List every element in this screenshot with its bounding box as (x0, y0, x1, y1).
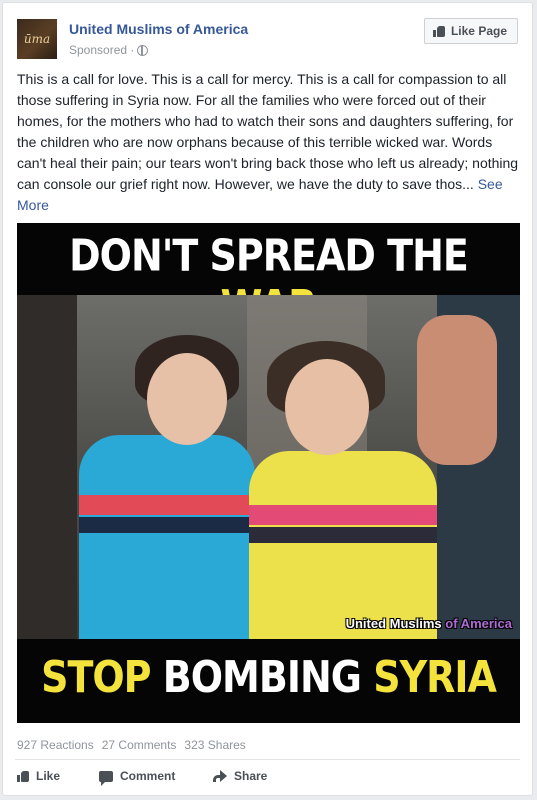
headline-bottom-yellow-2: SYRIA (373, 651, 497, 703)
comment-label: Comment (120, 769, 176, 783)
engagement-stats: 927 Reactions 27 Comments 323 Shares (17, 738, 246, 752)
post-body-text: This is a call for love. This is a call … (17, 69, 522, 216)
reactions-count[interactable]: 927 Reactions (17, 738, 94, 752)
headline-bottom-yellow-1: STOP (41, 651, 151, 703)
photo-background-left (17, 295, 77, 639)
thumbs-up-icon (432, 25, 445, 37)
sponsored-label[interactable]: Sponsored · (69, 43, 134, 57)
child-right-face (285, 359, 369, 455)
like-page-label: Like Page (450, 24, 507, 38)
post-actions: Like Comment Share (17, 769, 267, 786)
page-avatar[interactable]: ūma (17, 19, 57, 59)
comment-icon (99, 770, 113, 786)
shares-count[interactable]: 323 Shares (184, 738, 245, 752)
watermark-main: United Muslims (345, 616, 442, 631)
actions-divider (15, 759, 520, 760)
baby-figure (417, 315, 497, 465)
comment-button[interactable]: Comment (99, 769, 213, 786)
headline-bottom-white: BOMBING (162, 651, 362, 703)
like-label: Like (36, 769, 61, 783)
post-body: This is a call for love. This is a call … (17, 71, 519, 192)
globe-icon (137, 44, 149, 56)
comments-count[interactable]: 27 Comments (102, 738, 177, 752)
child-left-stripe (79, 495, 255, 515)
ad-image[interactable]: DON'T SPREAD THE WAR United Muslims of A… (17, 223, 520, 723)
child-right-stripe (249, 505, 437, 525)
page-name-link[interactable]: United Muslims of America (69, 21, 248, 37)
child-left-stripe-dark (79, 517, 255, 533)
child-right-stripe-dark (249, 527, 437, 543)
watermark-accent: of America (445, 616, 512, 631)
sponsored-post-card: ūma United Muslims of America Sponsored … (2, 2, 533, 796)
avatar-logo-text: ūma (23, 32, 51, 46)
share-arrow-icon (213, 770, 227, 782)
share-label: Share (234, 769, 268, 783)
post-meta: Sponsored · (69, 43, 149, 57)
child-right-jacket (249, 451, 437, 639)
like-page-button[interactable]: Like Page (423, 18, 518, 44)
headline-top-white: DON'T SPREAD THE (69, 230, 469, 281)
thumbs-up-icon (17, 770, 29, 782)
image-headline-bottom: STOP BOMBING SYRIA (17, 652, 520, 703)
children-photo: United Muslims of America (17, 295, 520, 639)
child-left-jacket (79, 435, 255, 639)
image-watermark: United Muslims of America (346, 616, 512, 631)
like-button[interactable]: Like (17, 769, 99, 783)
share-button[interactable]: Share (213, 769, 267, 783)
child-left-face (147, 353, 227, 445)
